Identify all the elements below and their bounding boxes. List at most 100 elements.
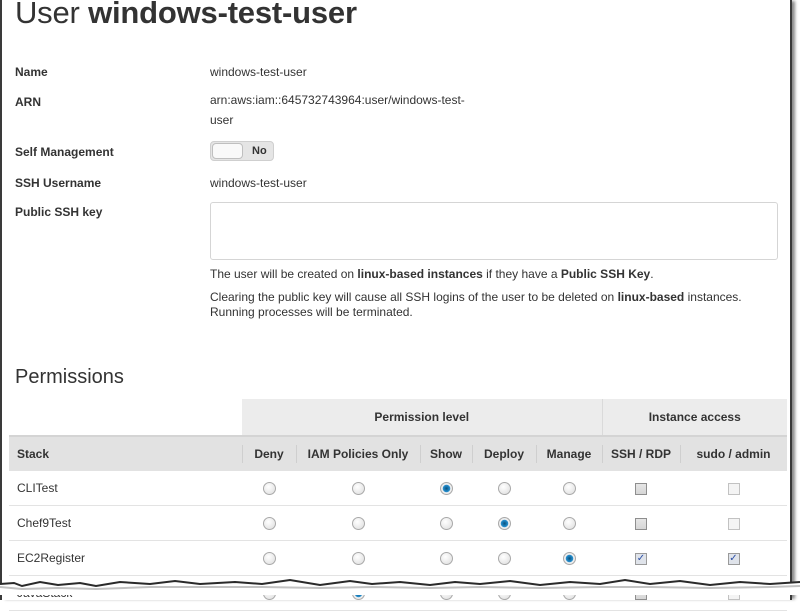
ssh-rdp-checkbox[interactable] (635, 517, 647, 530)
page-title: User windows-test-user (15, 0, 357, 31)
column-header-sudo-admin: sudo / admin (680, 435, 787, 471)
access-cell (680, 471, 787, 506)
stack-name: EC2Register (9, 540, 242, 576)
note-text: if they have a (482, 267, 561, 281)
permission-radio-show[interactable] (439, 482, 453, 496)
note-text: The user will be created on (210, 267, 358, 281)
permission-radio-deny[interactable] (262, 587, 276, 601)
permission-radio-deploy[interactable] (497, 552, 511, 566)
stack-name: Chef9Test (9, 505, 242, 541)
permission-radio-deploy[interactable] (497, 482, 511, 496)
note-text: Clearing the public key will cause all S… (210, 290, 618, 304)
column-header-iam-policies-only: IAM Policies Only (296, 435, 420, 471)
self-management-toggle[interactable]: No (210, 141, 274, 161)
permission-radio-manage[interactable] (562, 587, 576, 601)
arn-text: arn:aws:iam::645732743964:user/windows-t… (210, 93, 465, 127)
permission-cell (296, 505, 420, 541)
permission-cell (242, 505, 296, 541)
permission-radio-deny[interactable] (262, 552, 276, 566)
public-ssh-key-input[interactable] (210, 202, 778, 260)
permission-cell (242, 471, 296, 506)
title-prefix: User (15, 0, 80, 30)
permission-radio-manage[interactable] (562, 517, 576, 531)
sudo-admin-checkbox (727, 517, 740, 530)
permission-radio-show[interactable] (439, 517, 453, 531)
instance-access-group-header: Instance access (602, 399, 787, 436)
note-bold: Public SSH Key (560, 267, 651, 281)
permission-radio-iam-policies-only[interactable] (351, 552, 365, 566)
arn-value: arn:aws:iam::645732743964:user/windows-t… (210, 90, 470, 130)
permission-cell (472, 540, 536, 576)
note-text: . (650, 267, 654, 281)
permission-cell (420, 505, 472, 541)
column-header-stack: Stack (9, 435, 242, 471)
access-cell (680, 505, 787, 541)
toggle-state-label: No (252, 145, 267, 157)
permission-cell (242, 540, 296, 576)
arn-label: ARN (15, 95, 41, 109)
name-label: Name (15, 65, 48, 79)
permission-cell (472, 471, 536, 506)
permission-cell (296, 540, 420, 576)
permission-cell (536, 575, 602, 611)
note-bold: linux-based instances (357, 267, 483, 281)
permission-cell (536, 540, 602, 576)
permission-cell (536, 471, 602, 506)
sudo-admin-checkbox (727, 482, 740, 495)
note-bold: linux-based (617, 290, 685, 304)
permission-cell (420, 540, 472, 576)
ssh-rdp-checkbox[interactable] (635, 482, 647, 495)
ssh-key-note: The user will be created on linux-based … (210, 267, 770, 282)
access-cell: ✓ (602, 540, 680, 576)
permission-cell (536, 505, 602, 541)
name-value: windows-test-user (210, 65, 307, 79)
permission-radio-deploy[interactable] (497, 587, 511, 601)
permission-cell (472, 575, 536, 611)
column-header-deny: Deny (242, 435, 296, 471)
toggle-knob (212, 143, 243, 159)
permission-cell (296, 575, 420, 611)
permission-radio-show[interactable] (439, 552, 453, 566)
permission-cell (242, 575, 296, 611)
ssh-rdp-checkbox[interactable] (635, 587, 647, 600)
permission-cell (296, 471, 420, 506)
title-username: windows-test-user (88, 0, 357, 30)
permission-radio-deny[interactable] (262, 517, 276, 531)
column-header-deploy: Deploy (472, 435, 536, 471)
permissions-table: Permission level Instance access Stack D… (9, 399, 787, 611)
access-cell (602, 471, 680, 506)
permissions-table-body: CLITest Chef9Test EC2Register ✓ ✓ JavaStack (9, 471, 787, 611)
group-header-row: Permission level Instance access (9, 399, 787, 436)
permission-radio-iam-policies-only[interactable] (351, 517, 365, 531)
column-header-show: Show (420, 435, 472, 471)
table-row: Chef9Test (9, 505, 787, 541)
access-cell (602, 505, 680, 541)
permission-cell (420, 575, 472, 611)
permission-cell (420, 471, 472, 506)
table-row: EC2Register ✓ ✓ (9, 540, 787, 576)
permission-radio-manage[interactable] (562, 482, 576, 496)
permission-level-group-header: Permission level (242, 399, 603, 436)
column-header-ssh-rdp: SSH / RDP (602, 435, 680, 471)
permissions-heading: Permissions (15, 366, 124, 388)
sudo-admin-checkbox[interactable]: ✓ (727, 552, 740, 565)
stack-name: JavaStack (9, 575, 242, 611)
permission-cell (472, 505, 536, 541)
permission-radio-iam-policies-only[interactable] (351, 587, 365, 601)
permission-radio-show[interactable] (439, 587, 453, 601)
access-cell (680, 575, 787, 611)
permission-radio-manage[interactable] (562, 552, 576, 566)
public-ssh-key-label: Public SSH key (15, 205, 103, 219)
ssh-username-label: SSH Username (15, 176, 102, 190)
permission-radio-iam-policies-only[interactable] (351, 482, 365, 496)
ssh-rdp-checkbox[interactable]: ✓ (635, 552, 647, 565)
permission-radio-deny[interactable] (262, 482, 276, 496)
stack-name: CLITest (9, 471, 242, 506)
permission-radio-deploy[interactable] (497, 517, 511, 531)
column-header-manage: Manage (536, 435, 602, 471)
access-cell (602, 575, 680, 611)
access-cell: ✓ (680, 540, 787, 576)
clearing-key-warning: Clearing the public key will cause all S… (210, 290, 770, 320)
self-management-label: Self Management (15, 145, 114, 159)
table-row: CLITest (9, 471, 787, 506)
